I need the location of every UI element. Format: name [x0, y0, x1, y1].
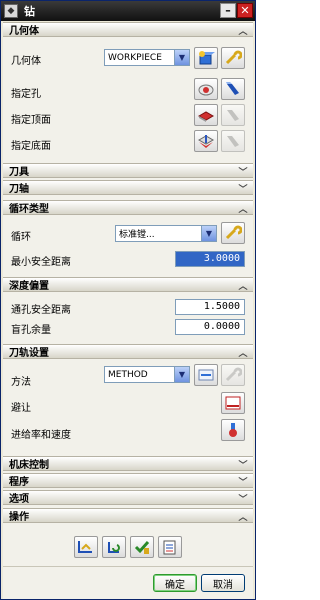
show-hole-button[interactable]	[221, 78, 245, 100]
section-machine-control-label: 机床控制	[9, 460, 49, 471]
section-tool-label: 刀具	[9, 167, 29, 178]
edit-geometry-button[interactable]	[221, 47, 245, 69]
new-geometry-icon	[199, 51, 215, 65]
verify-icon	[134, 541, 150, 554]
cycle-select[interactable]: 标准镗... ▼	[115, 225, 217, 242]
chevron-down-icon[interactable]: ▼	[174, 50, 189, 65]
flashlight-icon	[226, 82, 239, 95]
section-actions-label: 操作	[9, 512, 29, 523]
specify-bottom-label: 指定底面	[11, 141, 51, 152]
feeds-speeds-label: 进给率和速度	[11, 430, 71, 441]
section-actions-header[interactable]: 操作 ︿	[3, 508, 253, 523]
title-bar[interactable]: ◆ 钻 – ✕	[1, 1, 255, 21]
section-geometry-header[interactable]: 几何体 ︿	[3, 22, 253, 37]
cycle-select-value: 标准镗...	[119, 230, 155, 240]
geometry-select-value: WORKPIECE	[108, 52, 162, 63]
specify-bottom-button[interactable]	[194, 130, 218, 152]
close-button[interactable]: ✕	[237, 3, 253, 18]
chevron-down-icon[interactable]: ﹀	[237, 458, 249, 471]
minimize-button[interactable]: –	[220, 3, 236, 18]
section-path-settings-label: 刀轨设置	[9, 348, 49, 359]
section-cycle-type-label: 循环类型	[9, 204, 49, 215]
min-clearance-input[interactable]: 3.0000	[175, 251, 245, 267]
through-clearance-input[interactable]: 1.5000	[175, 299, 245, 315]
specify-top-button[interactable]	[194, 104, 218, 126]
list-button[interactable]	[158, 536, 182, 558]
feeds-speeds-button[interactable]	[221, 419, 245, 441]
window-title: 钻	[24, 5, 35, 18]
actions-toolbar	[3, 528, 253, 566]
dialog-content: 几何体 ︿ 几何体 WORKPIECE ▼ 指定孔 指定顶面 指定底面 刀具 ﹀…	[3, 22, 253, 599]
chevron-down-icon[interactable]: ▼	[174, 367, 189, 382]
chevron-down-icon[interactable]: ﹀	[237, 475, 249, 488]
flashlight-disabled-icon	[227, 136, 239, 147]
through-clearance-label: 通孔安全距离	[11, 305, 71, 316]
show-top-button[interactable]	[221, 104, 245, 126]
method-select[interactable]: METHOD ▼	[104, 366, 190, 383]
section-cycle-type-header[interactable]: 循环类型 ︿	[3, 200, 253, 215]
new-method-icon	[198, 369, 214, 381]
edit-cycle-button[interactable]	[221, 222, 245, 244]
chevron-up-icon[interactable]: ︿	[237, 279, 249, 292]
show-bottom-button[interactable]	[221, 130, 245, 152]
dialog-window: ◆ 钻 – ✕ 几何体 ︿ 几何体 WORKPIECE ▼ 指定孔 指定顶面 指…	[0, 0, 256, 600]
chevron-up-icon[interactable]: ︿	[237, 346, 249, 359]
method-label: 方法	[11, 377, 31, 388]
section-options-header[interactable]: 选项 ﹀	[3, 490, 253, 505]
section-depth-offset-label: 深度偏置	[9, 281, 49, 292]
blind-stock-input[interactable]: 0.0000	[175, 319, 245, 335]
wrench-icon	[225, 50, 242, 65]
hole-select-icon	[198, 84, 214, 96]
min-clearance-label: 最小安全距离	[11, 257, 71, 268]
blind-stock-label: 盲孔余量	[11, 325, 51, 336]
drill-app-icon: ◆	[4, 4, 18, 18]
edit-method-button[interactable]	[221, 364, 245, 386]
section-program-header[interactable]: 程序 ﹀	[3, 473, 253, 488]
chevron-up-icon[interactable]: ︿	[237, 202, 249, 215]
specify-hole-label: 指定孔	[11, 89, 41, 100]
top-surface-icon	[197, 111, 215, 122]
new-geometry-button[interactable]	[194, 47, 218, 69]
replay-icon	[108, 542, 120, 553]
specify-top-label: 指定顶面	[11, 115, 51, 126]
ok-button[interactable]: 确定	[153, 574, 197, 592]
chevron-up-icon[interactable]: ︿	[237, 24, 249, 37]
specify-hole-button[interactable]	[194, 78, 218, 100]
list-icon	[163, 540, 176, 555]
geometry-select[interactable]: WORKPIECE ▼	[104, 49, 190, 66]
new-method-button[interactable]	[194, 364, 218, 386]
bottom-surface-icon	[197, 135, 215, 148]
avoid-button[interactable]	[221, 392, 245, 414]
avoidance-icon	[225, 396, 241, 410]
geometry-label: 几何体	[11, 56, 41, 67]
chevron-down-icon[interactable]: ﹀	[237, 492, 249, 505]
section-machine-control-header[interactable]: 机床控制 ﹀	[3, 456, 253, 471]
chevron-down-icon[interactable]: ﹀	[237, 165, 249, 178]
avoid-label: 避让	[11, 403, 31, 414]
section-program-label: 程序	[9, 477, 29, 488]
flashlight-disabled-icon	[227, 110, 239, 121]
generate-path-button[interactable]	[74, 536, 98, 558]
chevron-down-icon[interactable]: ▼	[201, 226, 216, 241]
dialog-footer: 确定 取消	[3, 566, 253, 599]
generate-path-icon	[78, 541, 92, 553]
section-path-settings-header[interactable]: 刀轨设置 ︿	[3, 344, 253, 359]
section-axis-label: 刀轴	[9, 184, 29, 195]
section-options-label: 选项	[9, 494, 29, 505]
verify-button[interactable]	[130, 536, 154, 558]
section-tool-header[interactable]: 刀具 ﹀	[3, 163, 253, 178]
section-axis-header[interactable]: 刀轴 ﹀	[3, 180, 253, 195]
chevron-up-icon[interactable]: ︿	[237, 510, 249, 523]
wrench-icon	[225, 225, 242, 240]
cycle-label: 循环	[11, 232, 31, 243]
chevron-down-icon[interactable]: ﹀	[237, 182, 249, 195]
wrench-disabled-icon	[225, 367, 242, 382]
method-select-value: METHOD	[108, 369, 148, 380]
cancel-button[interactable]: 取消	[201, 574, 245, 592]
section-geometry-label: 几何体	[9, 26, 39, 37]
section-depth-offset-header[interactable]: 深度偏置 ︿	[3, 277, 253, 292]
feeds-speeds-icon	[229, 423, 237, 437]
replay-button[interactable]	[102, 536, 126, 558]
